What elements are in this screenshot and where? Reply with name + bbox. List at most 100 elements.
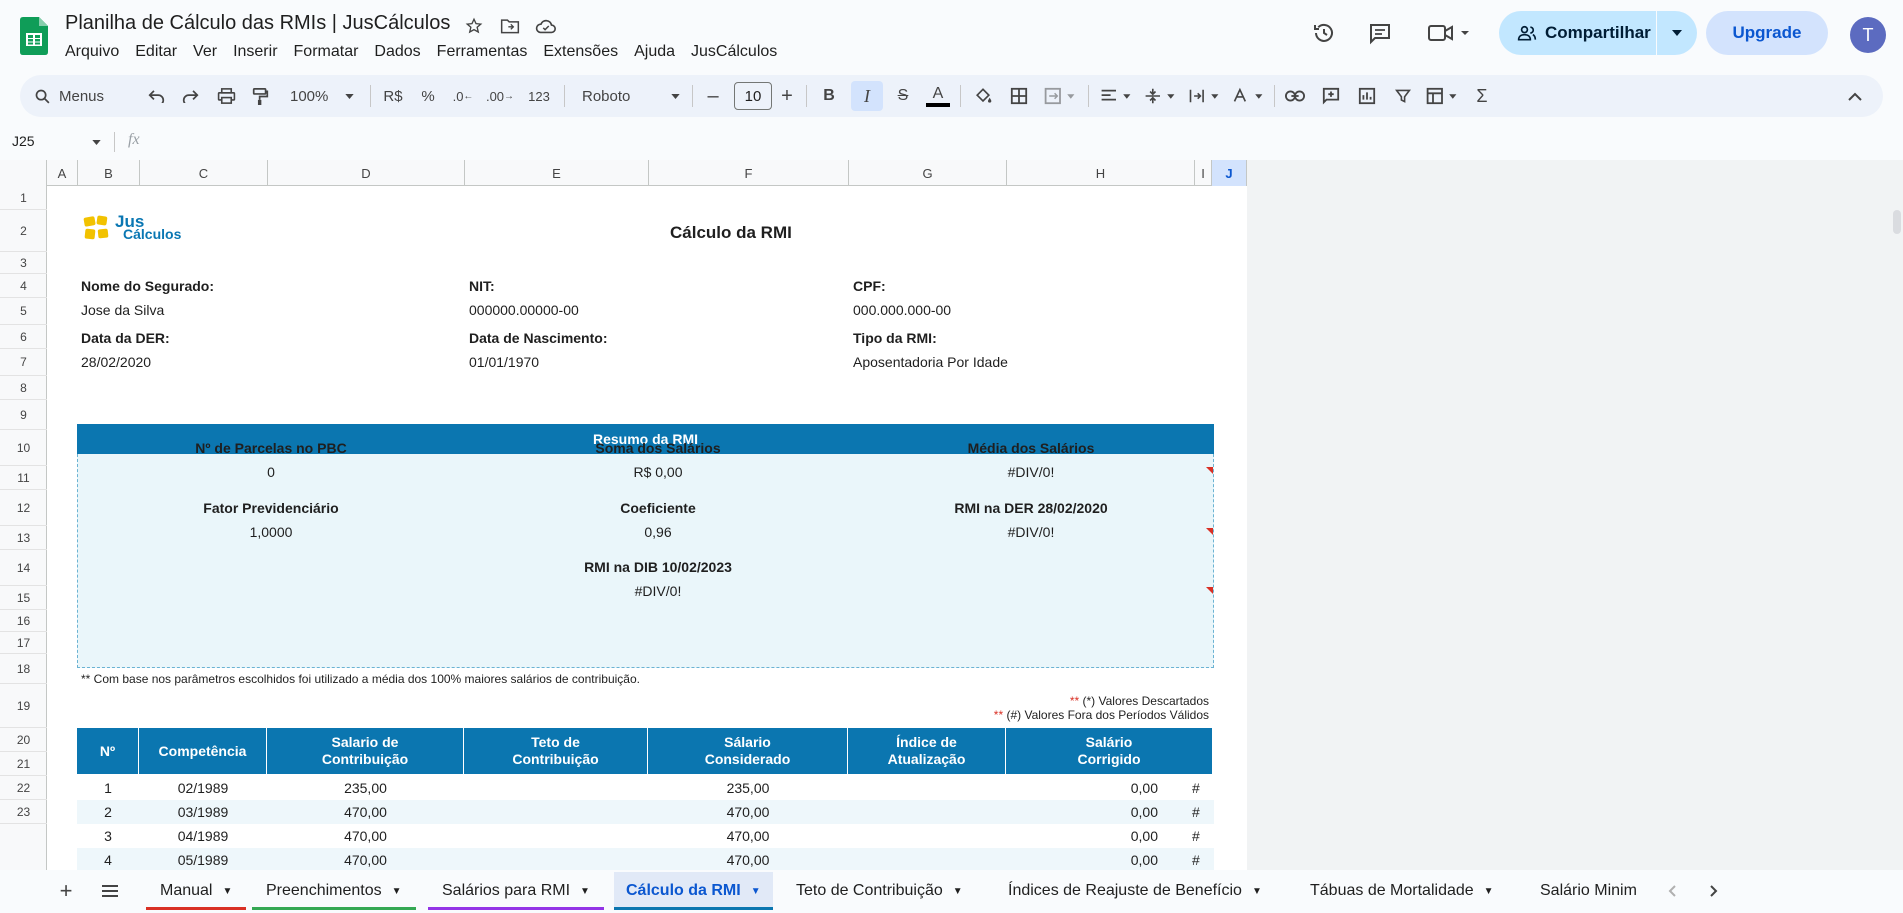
insert-chart-icon[interactable]: [1354, 84, 1380, 108]
table-row[interactable]: 2 03/1989 470,00 470,00 0,00 #: [77, 800, 1214, 824]
row-header[interactable]: 23: [0, 800, 47, 824]
menu-search[interactable]: Menus: [34, 84, 120, 108]
cell-flag[interactable]: #: [1192, 800, 1214, 824]
column-header-i[interactable]: I: [1195, 160, 1212, 186]
scroll-tabs-right-icon[interactable]: [1702, 872, 1726, 910]
row-header[interactable]: 1: [0, 186, 47, 210]
media-value[interactable]: #DIV/0!: [851, 464, 1211, 480]
menu-dados[interactable]: Dados: [366, 41, 428, 63]
cell-salario[interactable]: 470,00: [267, 824, 464, 848]
upgrade-button[interactable]: Upgrade: [1706, 11, 1828, 55]
menu-ver[interactable]: Ver: [185, 41, 225, 63]
vertical-scrollbar[interactable]: [1891, 180, 1903, 840]
filter-icon[interactable]: [1390, 84, 1416, 108]
cell-flag[interactable]: #: [1192, 848, 1214, 870]
column-header-f[interactable]: F: [649, 160, 849, 186]
decrease-decimal[interactable]: .0 ←: [450, 84, 476, 108]
rmi-der-value[interactable]: #DIV/0!: [851, 524, 1211, 540]
cell-competencia[interactable]: 02/1989: [139, 776, 267, 800]
cell-corrigido[interactable]: 0,00: [1006, 848, 1192, 870]
fator-value[interactable]: 1,0000: [91, 524, 451, 540]
cell-flag[interactable]: #: [1192, 776, 1214, 800]
text-color-icon[interactable]: A: [924, 84, 952, 108]
row-header[interactable]: 18: [0, 654, 47, 684]
version-history-icon[interactable]: [1310, 19, 1338, 47]
horizontal-align-icon[interactable]: [1096, 84, 1136, 108]
meet-icon[interactable]: [1425, 19, 1473, 47]
filter-views-icon[interactable]: [1422, 84, 1462, 108]
cell-teto[interactable]: [464, 776, 648, 800]
share-button[interactable]: Compartilhar: [1499, 11, 1697, 55]
cell-indice[interactable]: [848, 824, 1006, 848]
borders-icon[interactable]: [1006, 84, 1032, 108]
column-header-d[interactable]: D: [268, 160, 465, 186]
cell-n[interactable]: 1: [77, 776, 139, 800]
tipo-rmi-value[interactable]: Aposentadoria Por Idade: [853, 354, 1008, 370]
merge-cells-icon[interactable]: [1040, 84, 1080, 108]
cell-corrigido[interactable]: 0,00: [1006, 824, 1192, 848]
row-header[interactable]: 16: [0, 610, 47, 632]
cell-competencia[interactable]: 05/1989: [139, 848, 267, 870]
menu-juscalculos[interactable]: JusCálculos: [683, 41, 785, 63]
menu-ajuda[interactable]: Ajuda: [626, 41, 683, 63]
cell-salario[interactable]: 235,00: [267, 776, 464, 800]
parcelas-value[interactable]: 0: [91, 464, 451, 480]
comments-icon[interactable]: [1366, 19, 1394, 47]
cell-salario[interactable]: 470,00: [267, 848, 464, 870]
row-header[interactable]: 12: [0, 490, 47, 526]
row-header[interactable]: 13: [0, 526, 47, 550]
text-wrap-icon[interactable]: [1184, 84, 1224, 108]
row-header[interactable]: 14: [0, 550, 47, 586]
cell-competencia[interactable]: 03/1989: [139, 800, 267, 824]
comment-marker[interactable]: [1206, 528, 1213, 535]
cell-indice[interactable]: [848, 776, 1006, 800]
move-folder-icon[interactable]: [498, 14, 522, 38]
percent-format[interactable]: %: [417, 84, 439, 108]
strikethrough-icon[interactable]: S: [890, 84, 916, 108]
currency-format[interactable]: R$: [380, 84, 406, 108]
cell-flag[interactable]: #: [1192, 824, 1214, 848]
name-box[interactable]: J25: [12, 133, 35, 149]
functions-icon[interactable]: Σ: [1470, 84, 1494, 108]
print-icon[interactable]: [214, 84, 238, 108]
cloud-status-icon[interactable]: [534, 14, 558, 38]
caret-down-icon[interactable]: [92, 140, 101, 145]
cell-teto[interactable]: [464, 800, 648, 824]
cell-considerado[interactable]: 470,00: [648, 800, 848, 824]
scroll-tabs-left-icon[interactable]: [1660, 872, 1684, 910]
table-row[interactable]: 3 04/1989 470,00 470,00 0,00 #: [77, 824, 1214, 848]
nit-value[interactable]: 000000.00000-00: [469, 302, 579, 318]
font-size-increase[interactable]: +: [776, 84, 798, 108]
menu-formatar[interactable]: Formatar: [286, 41, 367, 63]
cpf-value[interactable]: 000.000.000-00: [853, 302, 951, 318]
share-dropdown[interactable]: [1657, 11, 1697, 55]
zoom-select[interactable]: 100%: [284, 84, 360, 108]
cell-teto[interactable]: [464, 848, 648, 870]
row-header[interactable]: 4: [0, 274, 47, 298]
soma-value[interactable]: R$ 0,00: [478, 464, 838, 480]
collapse-toolbar-icon[interactable]: [1843, 84, 1867, 108]
cell-n[interactable]: 2: [77, 800, 139, 824]
undo-icon[interactable]: [144, 84, 168, 108]
tab-indices-reajuste[interactable]: Índices de Reajuste de Benefício ▼: [994, 872, 1276, 910]
insert-comment-icon[interactable]: [1318, 84, 1344, 108]
row-header[interactable]: 7: [0, 349, 47, 376]
table-row[interactable]: 4 05/1989 470,00 470,00 0,00 #: [77, 848, 1214, 870]
row-header[interactable]: 15: [0, 586, 47, 610]
cell-considerado[interactable]: 235,00: [648, 776, 848, 800]
select-all-corner[interactable]: [0, 160, 47, 186]
cell-considerado[interactable]: 470,00: [648, 848, 848, 870]
row-header[interactable]: 2: [0, 210, 47, 252]
row-header[interactable]: 21: [0, 752, 47, 776]
document-title[interactable]: Planilha de Cálculo das RMIs | JusCálcul…: [65, 12, 450, 35]
bold-icon[interactable]: B: [816, 84, 842, 108]
row-header[interactable]: 22: [0, 776, 47, 800]
add-sheet-icon[interactable]: +: [52, 872, 80, 910]
cell-n[interactable]: 3: [77, 824, 139, 848]
column-header-c[interactable]: C: [140, 160, 268, 186]
cell-indice[interactable]: [848, 848, 1006, 870]
column-header-j[interactable]: J: [1212, 160, 1247, 186]
insert-link-icon[interactable]: [1282, 84, 1308, 108]
row-header[interactable]: 5: [0, 298, 47, 325]
tab-manual[interactable]: Manual ▼: [146, 872, 247, 910]
